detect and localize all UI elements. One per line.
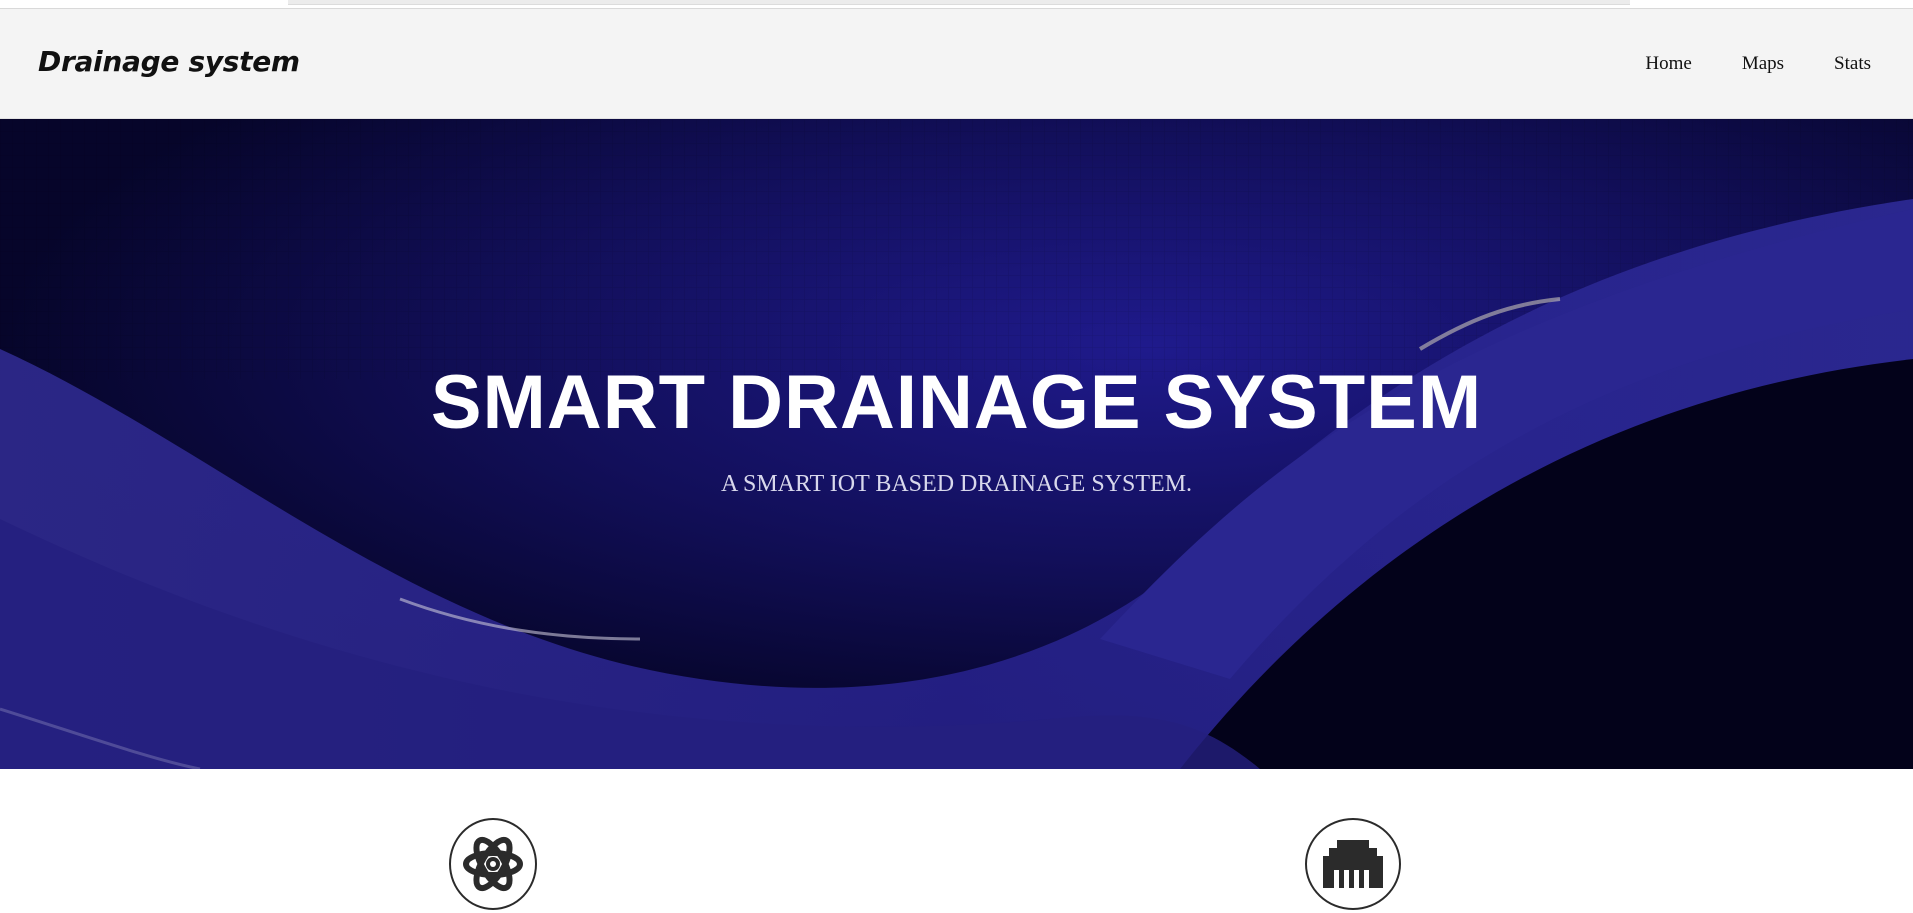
nav-link-stats[interactable]: Stats [1834,53,1871,75]
feature-atom-circle [449,818,537,910]
hero-title: SMART DRAINAGE SYSTEM [430,360,1483,445]
hero-subtitle: A SMART IOT BASED DRAINAGE SYSTEM. [720,471,1193,497]
feature-ethernet-circle [1305,818,1401,910]
nav-link-maps[interactable]: Maps [1742,53,1784,75]
navbar: Drainage system Home Maps Stats [0,9,1913,119]
brand-logo-link[interactable]: Drainage system [38,45,300,78]
main-nav: Home Maps Stats [1645,53,1871,75]
horizontal-scrollbar[interactable] [288,0,1630,5]
browser-top-strip [0,0,1913,9]
atom-icon [463,836,523,892]
hero-banner: SMART DRAINAGE SYSTEM A SMART IOT BASED … [0,119,1913,769]
nav-link-home[interactable]: Home [1645,53,1691,75]
ethernet-port-icon [1323,840,1383,888]
